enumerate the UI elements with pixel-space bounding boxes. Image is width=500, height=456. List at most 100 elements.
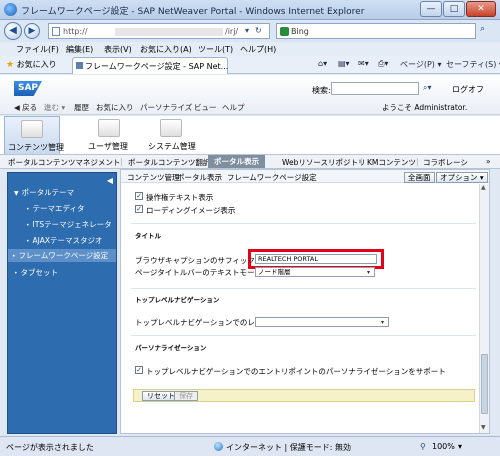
sap-search-icon[interactable]: ⌕▾	[423, 83, 432, 93]
nav-its-theme-generator[interactable]: • ITSテーマジェネレータ	[26, 219, 112, 230]
minimize-button[interactable]: —	[420, 1, 442, 17]
sap-favorites-link[interactable]: お気に入り	[96, 102, 134, 113]
scroll-thumb[interactable]	[481, 354, 488, 414]
status-text: ページが表示されました	[6, 443, 94, 452]
menu-edit[interactable]: 編集(E)	[66, 44, 93, 55]
menu-favorites[interactable]: お気に入り(A)	[140, 44, 192, 55]
browser-tab[interactable]: フレームワークページ設定 - SAP Net...	[72, 57, 228, 74]
scroll-down-icon[interactable]: ▼	[481, 424, 486, 431]
breadcrumb-separator: ›	[219, 172, 222, 181]
top-nav-levels-select[interactable]	[255, 317, 389, 327]
bullet-icon: •	[26, 222, 30, 229]
favorites-bar: ★ お気に入り フレームワークページ設定 - SAP Net... ⌂▾ ▤▾ …	[0, 56, 500, 74]
status-text-checkbox[interactable]: ✓	[135, 192, 143, 200]
url-start: http://	[63, 27, 88, 36]
menu-tools[interactable]: ツール(T)	[198, 44, 233, 55]
page-title-mode-select[interactable]: ノード階層	[255, 267, 375, 277]
sap-history-link[interactable]: 履歴	[74, 102, 89, 113]
search-box[interactable]: Bing	[276, 23, 476, 39]
address-row: ◀ ▶ http:// /irj/ ▾ ↻ Bing ⌕	[0, 20, 500, 42]
tab-title: フレームワークページ設定 - SAP Net...	[85, 62, 229, 71]
nav-theme-editor[interactable]: • テーマエディタ	[26, 203, 85, 214]
personalize-checkbox[interactable]: ✓	[135, 366, 143, 374]
fullscreen-button[interactable]: 全画面	[404, 172, 435, 183]
favorites-button[interactable]: ★ お気に入り	[6, 59, 57, 70]
personalize-label: トップレベルナビゲーションでのエントリポイントのパーソナライゼーションをサポート	[146, 367, 446, 376]
mail-icon[interactable]: ✉▾	[358, 59, 369, 68]
zoom-icon[interactable]: ⚲	[420, 442, 426, 451]
menu-bar: ファイル(F) 編集(E) 表示(V) お気に入り(A) ツール(T) ヘルプ(…	[0, 42, 500, 56]
menu-file[interactable]: ファイル(F)	[16, 44, 59, 55]
safety-menu[interactable]: セーフティ(S) ▾	[446, 59, 500, 70]
options-button[interactable]: オプション ▾	[436, 172, 488, 183]
security-zone: インターネット | 保護モード: 無効	[214, 442, 351, 453]
search-engine-label: Bing	[291, 27, 309, 36]
zoom-level[interactable]: 100%	[432, 442, 455, 451]
tab-km-content[interactable]: KMコンテンツ	[367, 157, 416, 168]
vertical-scrollbar[interactable]: ▲ ▼	[479, 184, 489, 433]
tab-web-resource-repository[interactable]: Webリソースリポジトリ	[282, 157, 365, 168]
chevron-down-icon[interactable]: ▾	[378, 319, 387, 327]
top-nav-content-admin[interactable]: コンテンツ管理	[4, 116, 64, 154]
sap-personalize-link[interactable]: パーソナライズ	[140, 102, 192, 113]
bullet-icon: •	[12, 253, 16, 260]
chevron-down-icon[interactable]: ▾	[364, 269, 373, 277]
address-bar[interactable]: http:// /irj/ ▾ ↻	[48, 23, 270, 39]
menu-help[interactable]: ヘルプ(H)	[240, 44, 276, 55]
print-icon[interactable]: ⎙▾	[378, 59, 388, 69]
breadcrumb-separator: ›	[169, 172, 172, 181]
window-title: フレームワークページ設定 - SAP NetWeaver Portal - Wi…	[21, 7, 365, 17]
nav-ajax-theme-studio[interactable]: • AJAXテーマスタジオ	[26, 235, 103, 246]
logoff-link[interactable]: ログオフ	[452, 84, 484, 95]
more-tabs-button[interactable]: »	[486, 157, 491, 166]
section-title-heading: タイトル	[135, 232, 161, 240]
page-menu[interactable]: ページ(P) ▾	[400, 59, 441, 70]
section-personalize-heading: パーソナライゼーション	[135, 344, 207, 352]
breadcrumb-item[interactable]: ポータル表示	[177, 172, 222, 183]
top-nav-system-admin[interactable]: システム管理	[140, 116, 202, 154]
sap-forward-link[interactable]: 進む ▾	[44, 102, 65, 113]
detailed-navigation: ◀ ▼ ポータルテーマ • テーマエディタ • ITSテーマジェネレータ • AJAXテ…	[7, 172, 117, 434]
top-nav-label: システム管理	[148, 142, 196, 151]
tab-portal-content-management[interactable]: ポータルコンテンツマネジメント	[8, 157, 120, 168]
maximize-button[interactable]: □	[443, 1, 465, 17]
separator: |	[120, 157, 123, 166]
nav-framework-page-settings[interactable]: • フレームワークページ設定	[8, 249, 116, 262]
scroll-up-icon[interactable]: ▲	[481, 184, 486, 191]
forward-button[interactable]: ▶	[24, 23, 40, 39]
menu-view[interactable]: 表示(V)	[104, 44, 132, 55]
home-icon[interactable]: ⌂▾	[318, 59, 327, 68]
nav-tabset[interactable]: • タブセット	[14, 267, 58, 278]
page-title-mode-label: ページタイトルバーのテキストモード:	[135, 268, 265, 277]
expanded-arrow-icon: ▼	[14, 190, 19, 197]
nav-portal-theme[interactable]: ▼ ポータルテーマ	[14, 187, 74, 198]
refresh-icon[interactable]: ↻	[255, 26, 262, 35]
tab-portal-display[interactable]: ポータル表示	[208, 155, 265, 168]
dropdown-icon[interactable]: ▾	[245, 26, 249, 35]
sap-help-link[interactable]: ヘルプ	[222, 102, 245, 113]
zoom-dropdown-icon[interactable]: ▾	[458, 442, 462, 451]
browser-suffix-input[interactable]: REALTECH PORTAL	[255, 254, 377, 264]
search-icon[interactable]: ⌕	[480, 24, 485, 34]
globe-icon	[214, 442, 223, 451]
star-icon: ★	[6, 60, 15, 70]
tab-portal-content-translation[interactable]: ポータルコンテンツ翻訳	[128, 157, 210, 168]
collapse-icon[interactable]: ◀	[107, 176, 113, 185]
page-icon	[52, 27, 60, 36]
sap-search-input[interactable]	[331, 82, 419, 95]
back-button[interactable]: ◀	[4, 22, 22, 40]
close-button[interactable]: ✕	[466, 1, 496, 17]
separator: |	[416, 157, 419, 166]
sap-view-link[interactable]: ビュー	[194, 102, 217, 113]
breadcrumb-item: フレームワークページ設定	[227, 173, 317, 182]
bullet-icon: •	[26, 206, 30, 213]
save-button[interactable]: 保存	[174, 391, 198, 401]
loading-image-checkbox[interactable]: ✓	[135, 205, 143, 213]
window-titlebar: フレームワークページ設定 - SAP NetWeaver Portal - Wi…	[0, 0, 500, 20]
feeds-icon[interactable]: ▤▾	[338, 59, 350, 68]
top-nav-user-admin[interactable]: ユーザ管理	[80, 116, 136, 154]
tab-collaboration[interactable]: コラボレーシ	[423, 157, 468, 168]
breadcrumb: コンテンツ管理 › ポータル表示 › フレームワークページ設定 全画面 オプショ…	[121, 170, 489, 183]
sap-back-link[interactable]: ◀ 戻る	[14, 102, 37, 113]
welcome-text: ようこそ Administrator.	[382, 103, 468, 112]
